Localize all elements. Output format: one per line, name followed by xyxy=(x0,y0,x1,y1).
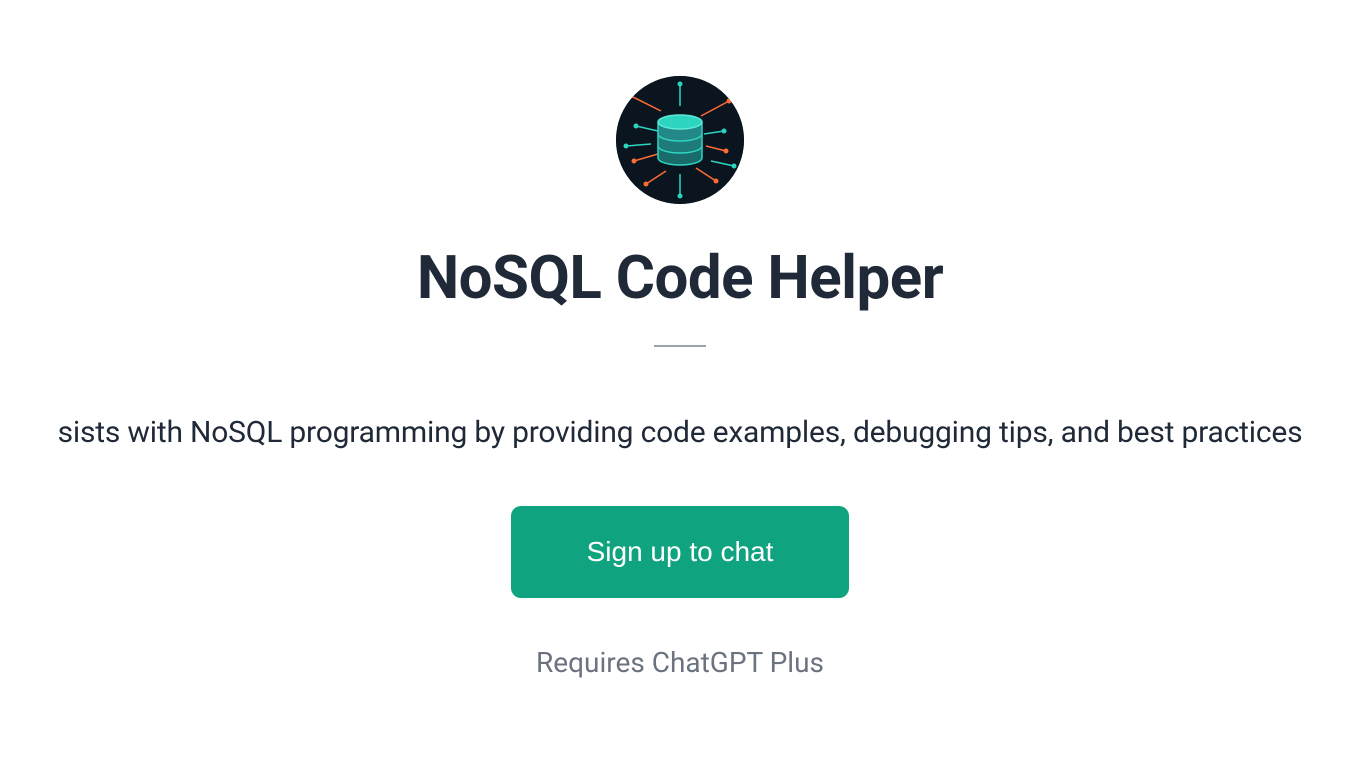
signup-button[interactable]: Sign up to chat xyxy=(511,506,850,598)
requires-text: Requires ChatGPT Plus xyxy=(536,646,824,679)
page-title: NoSQL Code Helper xyxy=(417,242,943,313)
database-circuit-icon xyxy=(616,76,744,204)
gpt-avatar xyxy=(616,76,744,204)
divider xyxy=(654,345,706,347)
gpt-description: sists with NoSQL programming by providin… xyxy=(58,415,1303,450)
